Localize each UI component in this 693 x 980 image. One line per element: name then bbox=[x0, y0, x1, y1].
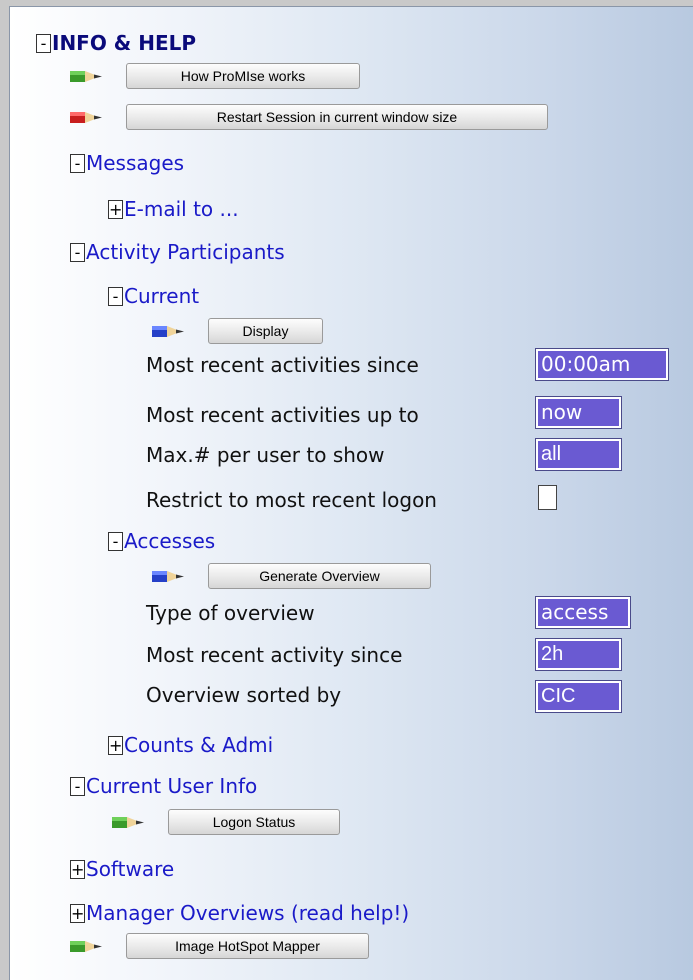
tree-node-email[interactable]: + E-mail to ... bbox=[108, 197, 239, 221]
current-user-info-link[interactable]: Current User Info bbox=[86, 774, 257, 798]
root-title[interactable]: INFO & HELP bbox=[52, 31, 196, 55]
tree-node-accesses[interactable]: - Accesses bbox=[108, 529, 215, 553]
tree-node-current[interactable]: - Current bbox=[108, 284, 199, 308]
green-pencil-icon bbox=[70, 71, 102, 82]
hotspot-mapper-row: Image HotSpot Mapper bbox=[69, 933, 369, 959]
collapse-toggle[interactable]: - bbox=[36, 33, 51, 53]
activity-since-label: Most recent activity since bbox=[146, 643, 403, 667]
collapse-toggle[interactable]: - bbox=[108, 286, 123, 306]
current-link[interactable]: Current bbox=[124, 284, 199, 308]
recent-upto-label: Most recent activities up to bbox=[146, 403, 419, 427]
collapse-toggle[interactable]: - bbox=[70, 153, 85, 173]
display-button[interactable]: Display bbox=[208, 318, 323, 344]
restrict-logon-label: Restrict to most recent logon bbox=[146, 488, 437, 512]
software-link[interactable]: Software bbox=[86, 857, 174, 881]
expand-toggle[interactable]: + bbox=[108, 735, 123, 755]
green-pencil-icon bbox=[112, 817, 144, 828]
accesses-link[interactable]: Accesses bbox=[124, 529, 215, 553]
counts-admin-link[interactable]: Counts & Admi bbox=[124, 733, 273, 757]
tree-node-software[interactable]: + Software bbox=[70, 857, 174, 881]
logon-status-row: Logon Status bbox=[111, 809, 340, 835]
activity-participants-link[interactable]: Activity Participants bbox=[86, 240, 285, 264]
tree-node-current-user-info[interactable]: - Current User Info bbox=[70, 774, 257, 798]
blue-pencil-icon bbox=[152, 571, 184, 582]
green-pencil-icon bbox=[70, 941, 102, 952]
expand-toggle[interactable]: + bbox=[70, 859, 85, 879]
tree-node-activity-participants[interactable]: - Activity Participants bbox=[70, 240, 285, 264]
messages-link[interactable]: Messages bbox=[86, 151, 184, 175]
expand-toggle[interactable]: + bbox=[108, 199, 123, 219]
expand-toggle[interactable]: + bbox=[70, 903, 85, 923]
logon-status-button[interactable]: Logon Status bbox=[168, 809, 340, 835]
tree-root-info-help[interactable]: - INFO & HELP bbox=[36, 31, 196, 55]
collapse-toggle[interactable]: - bbox=[70, 242, 85, 262]
collapse-toggle[interactable]: - bbox=[108, 531, 123, 551]
generate-overview-row: Generate Overview bbox=[151, 563, 431, 589]
sorted-by-label: Overview sorted by bbox=[146, 683, 342, 707]
how-promise-works-button[interactable]: How ProMIse works bbox=[126, 63, 360, 89]
generate-overview-button[interactable]: Generate Overview bbox=[208, 563, 431, 589]
overview-type-field[interactable]: access bbox=[535, 596, 631, 629]
recent-upto-field[interactable]: now bbox=[535, 396, 622, 429]
recent-since-field[interactable]: 00:00am bbox=[535, 348, 669, 381]
restart-row: Restart Session in current window size bbox=[69, 104, 548, 130]
display-row: Display bbox=[151, 318, 323, 344]
tree-node-counts-admin[interactable]: + Counts & Admi bbox=[108, 733, 273, 757]
image-hotspot-mapper-button[interactable]: Image HotSpot Mapper bbox=[126, 933, 369, 959]
manager-overviews-link[interactable]: Manager Overviews (read help!) bbox=[86, 901, 409, 925]
sorted-by-field[interactable]: CIC bbox=[535, 680, 622, 713]
activity-since-field[interactable]: 2h bbox=[535, 638, 622, 671]
overview-type-label: Type of overview bbox=[146, 601, 315, 625]
red-pencil-icon bbox=[70, 112, 102, 123]
email-link[interactable]: E-mail to ... bbox=[124, 197, 239, 221]
restart-session-button[interactable]: Restart Session in current window size bbox=[126, 104, 548, 130]
restrict-logon-checkbox[interactable] bbox=[538, 485, 557, 510]
tree-node-messages[interactable]: - Messages bbox=[70, 151, 184, 175]
how-works-row: How ProMIse works bbox=[69, 63, 360, 89]
collapse-toggle[interactable]: - bbox=[70, 776, 85, 796]
navigation-panel: - INFO & HELP How ProMIse works Restart … bbox=[9, 6, 693, 980]
tree-node-manager-overviews[interactable]: + Manager Overviews (read help!) bbox=[70, 901, 409, 925]
max-per-user-field[interactable]: all bbox=[535, 438, 622, 471]
blue-pencil-icon bbox=[152, 326, 184, 337]
recent-since-label: Most recent activities since bbox=[146, 353, 419, 377]
max-per-user-label: Max.# per user to show bbox=[146, 443, 385, 467]
